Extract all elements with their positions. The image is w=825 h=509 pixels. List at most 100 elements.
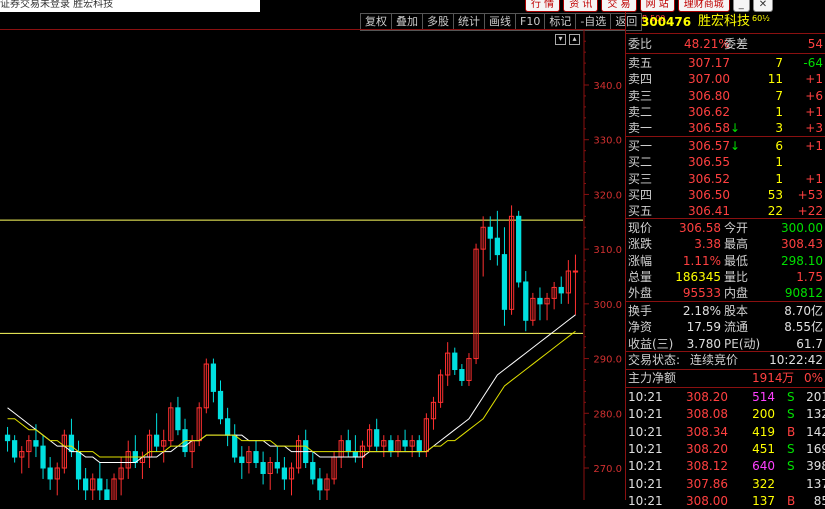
candle-body bbox=[501, 254, 508, 310]
order-change: +1 bbox=[805, 72, 823, 87]
tick-volume: 137 bbox=[752, 493, 775, 508]
order-price: 307.17 bbox=[688, 56, 730, 70]
nav-website[interactable]: 网 站 bbox=[639, 0, 675, 12]
order-price: 306.55 bbox=[688, 155, 730, 170]
expand-icon[interactable]: ▴ bbox=[569, 34, 580, 45]
candle-body bbox=[83, 478, 89, 491]
tick-time: 10:21 bbox=[628, 493, 663, 508]
stock-suffix: 60½ bbox=[752, 14, 770, 23]
chevron-down-icon[interactable]: ▾ bbox=[555, 34, 566, 45]
nav-mall[interactable]: 理财商城 bbox=[677, 0, 730, 12]
y-tick-label: 310.0 bbox=[593, 245, 622, 256]
candle-body bbox=[494, 237, 500, 256]
order-level-label: 买四 bbox=[628, 187, 653, 202]
order-volume: 11 bbox=[767, 72, 783, 87]
moving-average-line bbox=[7, 314, 576, 464]
main-flow-pct: 0% bbox=[803, 371, 823, 385]
tick-price: 308.08 bbox=[686, 407, 728, 422]
candle-body bbox=[537, 297, 543, 305]
tick-time: 10:21 bbox=[628, 441, 663, 456]
stat-label: 涨幅 bbox=[628, 253, 653, 268]
y-tick-label: 300.0 bbox=[593, 300, 622, 311]
order-volume: 22 bbox=[767, 204, 783, 219]
tick-price: 308.12 bbox=[686, 459, 728, 474]
main-flow-value: 1914 bbox=[752, 371, 783, 385]
stat-value: 300.00 bbox=[781, 221, 823, 235]
tick-time: 10:21 bbox=[628, 390, 663, 404]
stat-row: 外盘 95533 内盘 90812 bbox=[626, 285, 825, 301]
stat-label: PE(动) bbox=[724, 336, 761, 351]
order-level-label: 买二 bbox=[628, 155, 653, 170]
tick-time: 10:21 bbox=[628, 407, 663, 422]
order-level-label: 卖三 bbox=[628, 88, 653, 103]
tick-time: 10:21 bbox=[628, 476, 663, 491]
candle-body bbox=[75, 451, 82, 480]
candle-body bbox=[175, 407, 181, 431]
stat-label: 总量 bbox=[628, 269, 653, 284]
stat-label: 内盘 bbox=[724, 286, 749, 301]
candle-body bbox=[572, 270, 579, 273]
order-price: 307.00 bbox=[688, 72, 730, 87]
candle-body bbox=[416, 440, 422, 453]
candle-body bbox=[239, 456, 245, 464]
stat-label: 现价 bbox=[628, 221, 653, 235]
sell-level-row: 卖一 306.58 ↓ 3 +3 bbox=[626, 120, 825, 136]
window-title: 证券交易未登录 胜宏科技 bbox=[0, 0, 260, 12]
trade-status-row: 交易状态: 连续竞价 10:22:42 bbox=[626, 352, 825, 368]
nav-trade[interactable]: 交 易 bbox=[601, 0, 637, 12]
status-time: 10:22:42 bbox=[769, 353, 823, 367]
order-change: +1 bbox=[805, 139, 823, 153]
candle-body bbox=[33, 440, 39, 447]
tick-count: 398 bbox=[806, 459, 825, 474]
fund-row: 收益(三) 3.780 PE(动) 61.7 bbox=[626, 336, 825, 352]
y-tick-label: 290.0 bbox=[593, 355, 622, 366]
tick-price: 308.20 bbox=[686, 390, 728, 404]
stat-label: 最低 bbox=[724, 253, 749, 268]
candle-body bbox=[40, 445, 46, 469]
order-volume: 1 bbox=[775, 104, 783, 119]
stat-label: 换手 bbox=[628, 304, 653, 318]
tick-side: S bbox=[787, 390, 795, 404]
order-level-label: 卖五 bbox=[628, 56, 653, 70]
tick-price: 308.34 bbox=[686, 424, 728, 439]
chart-toolbar: 复权 叠加 多股 统计 画线 F10 标记 -自选 返回 bbox=[360, 13, 643, 31]
tick-count: 132 bbox=[806, 407, 825, 422]
candle-body bbox=[487, 226, 493, 239]
candle-body bbox=[310, 462, 316, 480]
tick-volume: 419 bbox=[752, 424, 775, 439]
minimize-button[interactable]: _ bbox=[732, 0, 750, 12]
candle-body bbox=[402, 440, 408, 447]
tick-volume: 640 bbox=[752, 459, 775, 474]
kline-chart[interactable]: 340.0 330.0 320.0 310.0 300.0 290.0 280.0 270.0 bbox=[0, 30, 625, 500]
sell-level-row: 卖三 306.80 7 +6 bbox=[626, 88, 825, 104]
weibi-label: 委比 bbox=[628, 37, 653, 51]
y-tick-label: 270.0 bbox=[593, 464, 622, 475]
order-volume: 7 bbox=[775, 88, 783, 103]
candle-body bbox=[452, 352, 458, 371]
tick-volume: 514 bbox=[752, 390, 775, 404]
candle-body bbox=[224, 418, 231, 436]
order-volume: 1 bbox=[775, 171, 783, 186]
tick-side: S bbox=[787, 407, 795, 422]
stat-label: 流通 bbox=[724, 320, 749, 335]
stock-code: 300476 bbox=[641, 15, 692, 29]
stat-label: 收益(三) bbox=[628, 336, 674, 351]
tick-side: B bbox=[787, 493, 796, 508]
order-change: +6 bbox=[805, 88, 823, 103]
nav-news[interactable]: 资 讯 bbox=[563, 0, 599, 12]
order-volume: 3 bbox=[775, 121, 783, 136]
nav-market[interactable]: 行 情 bbox=[525, 0, 561, 12]
weicha-value: 54 bbox=[807, 37, 823, 51]
tick-price: 307.86 bbox=[686, 476, 728, 491]
tick-count: 201 bbox=[806, 390, 825, 404]
divider bbox=[626, 218, 825, 219]
tick-row: 10:21 308.12 640 S 398 bbox=[626, 458, 825, 474]
tick-volume: 200 bbox=[752, 407, 775, 422]
buy-level-row: 买四 306.50 53 +53 bbox=[626, 187, 825, 203]
stat-value: 1.11% bbox=[682, 253, 721, 268]
tick-volume: 322 bbox=[752, 476, 775, 491]
tick-side: S bbox=[787, 441, 795, 456]
order-change: +1 bbox=[805, 104, 823, 119]
order-change: +3 bbox=[805, 121, 823, 136]
stat-value: 306.58 bbox=[679, 221, 721, 235]
